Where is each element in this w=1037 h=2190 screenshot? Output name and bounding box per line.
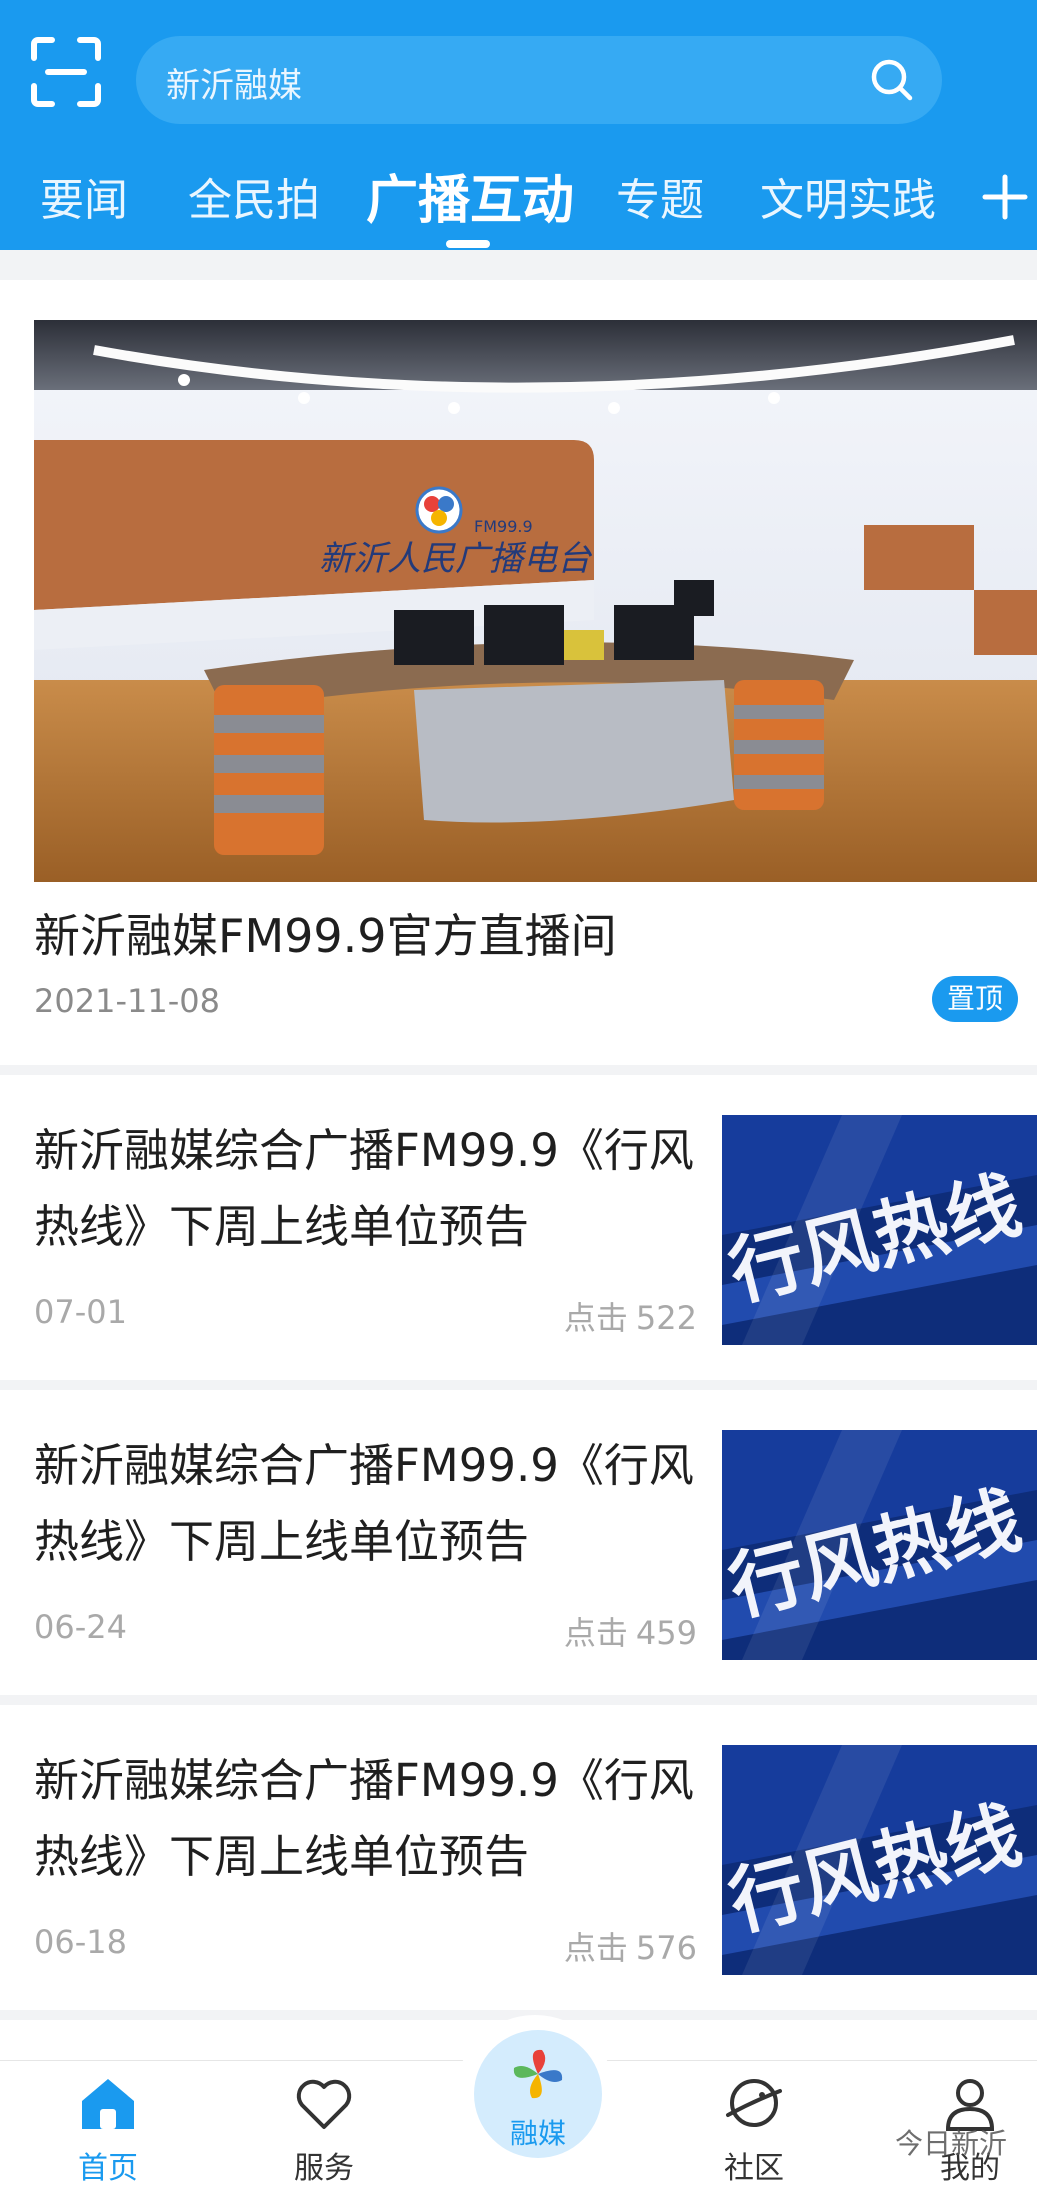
news-title[interactable]: 新沂融媒综合广播FM99.9《行风热线》下周上线单位预告 bbox=[34, 1743, 694, 1895]
clicks-count: 522 bbox=[635, 1299, 697, 1337]
add-channel-icon[interactable] bbox=[980, 172, 1030, 222]
news-item[interactable]: 新沂融媒综合广播FM99.9《行风热线》下周上线单位预告 07-01 点击 522… bbox=[0, 1075, 1037, 1380]
news-item[interactable]: 新沂融媒综合广播FM99.9《行风热线》下周上线单位预告 06-18 点击 576… bbox=[0, 1705, 1037, 2010]
nav-home[interactable]: 首页 bbox=[38, 2061, 178, 2190]
news-date: 06-18 bbox=[34, 1923, 127, 1961]
active-tab-indicator bbox=[446, 240, 490, 248]
news-date: 07-01 bbox=[34, 1293, 127, 1331]
news-clicks: 点击 459 bbox=[556, 1608, 697, 1654]
news-item[interactable]: 新沂融媒综合广播FM99.9《行风热线》下周上线单位预告 06-24 点击 459… bbox=[0, 1390, 1037, 1695]
tab-radio-interaction[interactable]: 广播互动 bbox=[366, 158, 574, 233]
tab-topics[interactable]: 专题 bbox=[616, 164, 704, 228]
featured-date: 2021-11-08 bbox=[34, 982, 220, 1020]
app-header: 新沂融媒 要闻 全民拍 广播互动 专题 文明实践 bbox=[0, 0, 1037, 250]
nav-services[interactable]: 服务 bbox=[254, 2061, 394, 2190]
nav-media-label: 融媒 bbox=[509, 2117, 566, 2150]
news-clicks: 点击 522 bbox=[556, 1293, 697, 1339]
pinned-badge: 置顶 bbox=[932, 976, 1018, 1022]
studio-photo[interactable]: FM99.9 新沂人民广播电台 bbox=[34, 320, 1037, 882]
planet-icon bbox=[726, 2079, 782, 2127]
news-title[interactable]: 新沂融媒综合广播FM99.9《行风热线》下周上线单位预告 bbox=[34, 1428, 694, 1580]
clicks-label: 点击 bbox=[563, 1299, 628, 1337]
heart-icon bbox=[296, 2079, 352, 2129]
studio-sign-text: 新沂人民广播电台 bbox=[319, 539, 593, 579]
nav-media-center[interactable]: 融媒 bbox=[474, 2030, 602, 2158]
search-input[interactable]: 新沂融媒 bbox=[166, 58, 302, 107]
news-thumbnail[interactable]: 行风热线 bbox=[722, 1745, 1037, 1975]
featured-article[interactable]: FM99.9 新沂人民广播电台 新沂融媒FM99.9官方直播间 2021-11-… bbox=[0, 280, 1037, 1065]
nav-services-label: 服务 bbox=[294, 2151, 354, 2186]
nav-community-label: 社区 bbox=[724, 2151, 784, 2186]
news-title[interactable]: 新沂融媒综合广播FM99.9《行风热线》下周上线单位预告 bbox=[34, 1113, 694, 1265]
featured-title[interactable]: 新沂融媒FM99.9官方直播间 bbox=[34, 900, 617, 966]
channel-tabs: 要闻 全民拍 广播互动 专题 文明实践 bbox=[0, 150, 1037, 250]
clicks-count: 576 bbox=[635, 1929, 697, 1967]
tab-news[interactable]: 要闻 bbox=[40, 164, 128, 228]
news-date: 06-24 bbox=[34, 1608, 127, 1646]
clicks-count: 459 bbox=[635, 1614, 697, 1652]
nav-home-label: 首页 bbox=[78, 2151, 138, 2186]
clicks-label: 点击 bbox=[563, 1929, 628, 1967]
news-thumbnail[interactable]: 行风热线 bbox=[722, 1430, 1037, 1660]
studio-logo-text: FM99.9 bbox=[474, 517, 533, 536]
nav-community[interactable]: 社区 bbox=[684, 2061, 824, 2190]
tab-civilization-practice[interactable]: 文明实践 bbox=[760, 164, 936, 228]
news-thumbnail[interactable]: 行风热线 bbox=[722, 1115, 1037, 1345]
news-clicks: 点击 576 bbox=[556, 1923, 697, 1969]
pinwheel-logo-icon bbox=[513, 2049, 563, 2099]
search-bar[interactable]: 新沂融媒 bbox=[136, 36, 942, 124]
scan-icon[interactable] bbox=[28, 34, 104, 110]
home-icon bbox=[82, 2079, 134, 2129]
watermark: 今日新沂 bbox=[895, 2127, 1008, 2160]
search-icon[interactable] bbox=[868, 56, 916, 104]
clicks-label: 点击 bbox=[563, 1614, 628, 1652]
tab-citizen-photo[interactable]: 全民拍 bbox=[188, 164, 320, 228]
